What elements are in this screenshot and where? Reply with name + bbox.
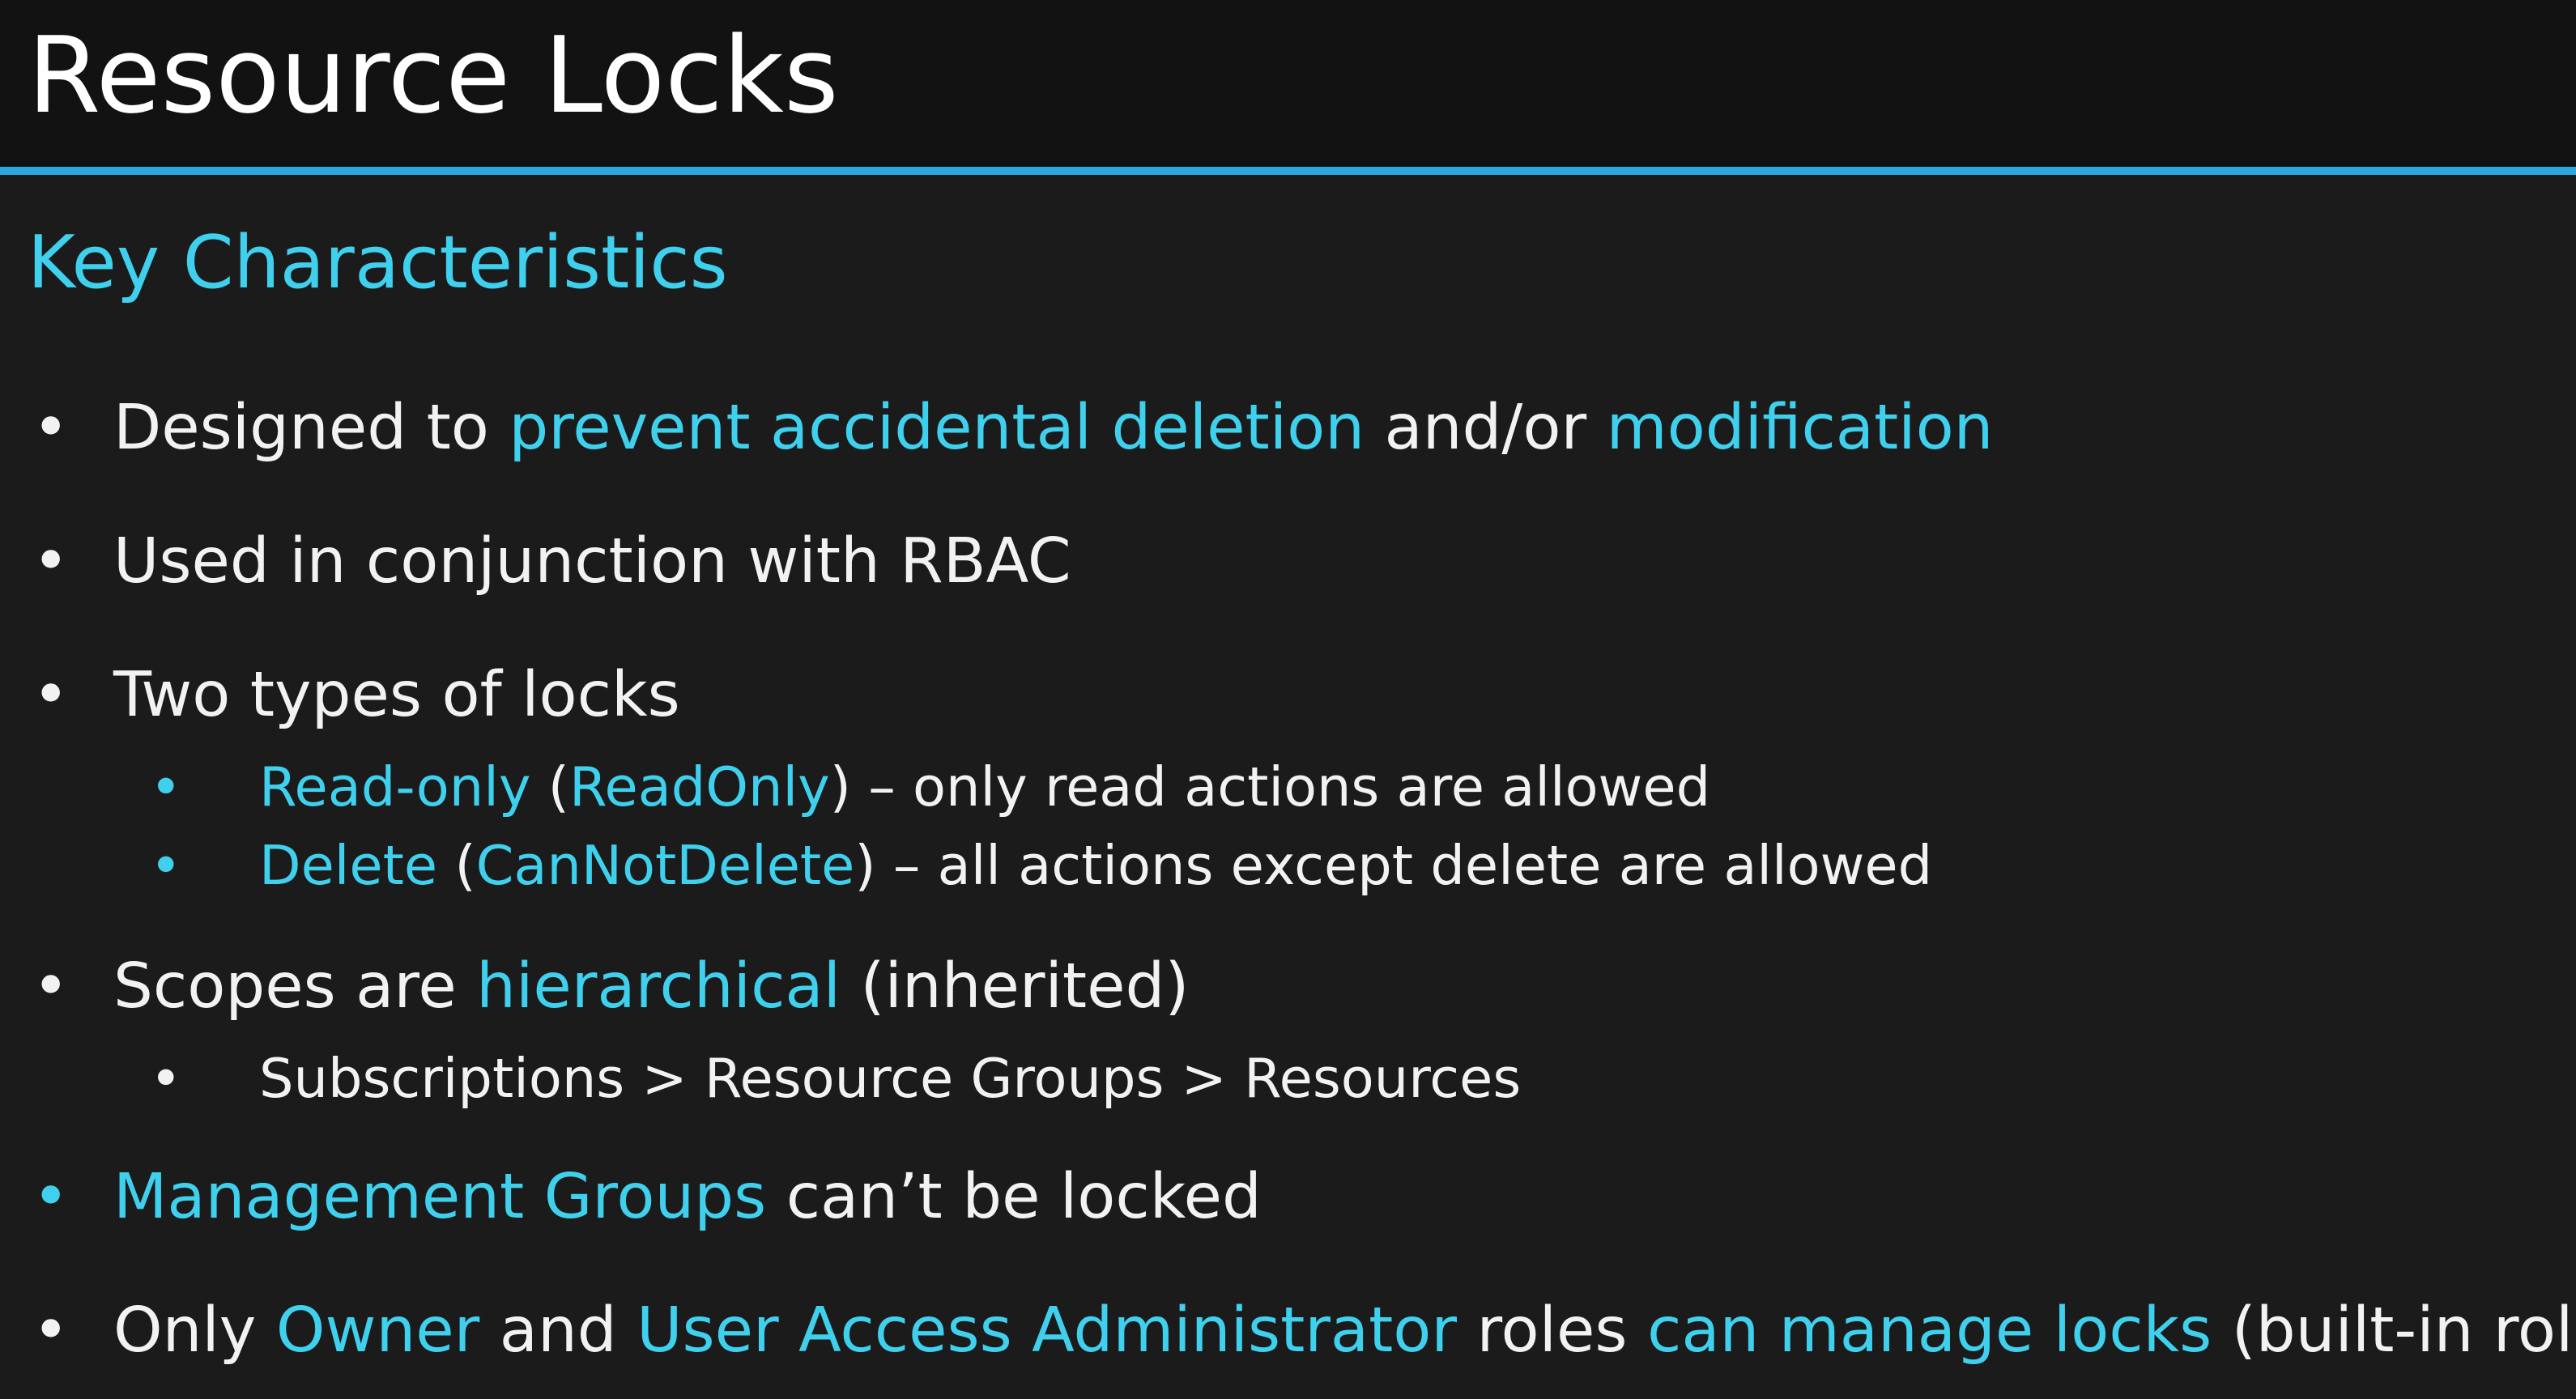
- bullet-icon: •: [32, 1161, 70, 1233]
- text-segment: (built-in roles): [2231, 1295, 2576, 1367]
- highlight-readonly-code: ReadOnly: [568, 755, 830, 819]
- bullet-icon: •: [32, 525, 70, 597]
- title-bar: Resource Locks: [0, 0, 2576, 168]
- bullet-icon: •: [32, 950, 70, 1023]
- bullet-icon: •: [150, 1047, 182, 1110]
- section-heading: Key Characteristics: [28, 220, 728, 305]
- bullet-icon: •: [32, 659, 70, 731]
- bullet-item-scopes: • Scopes are hierarchical (inherited): [32, 942, 1190, 1031]
- bullet-item-management-groups: • Management Groups can’t be locked: [32, 1153, 1262, 1242]
- bullet-item-designed: • Designed to prevent accidental deletio…: [32, 384, 1994, 473]
- bullet-icon: •: [150, 834, 182, 897]
- highlight-can-manage-locks: can manage locks: [1647, 1295, 2212, 1367]
- text-segment: (: [437, 834, 476, 897]
- highlight-prevent-deletion: prevent accidental deletion: [509, 392, 1365, 464]
- text-segment: Scopes are: [113, 950, 477, 1023]
- slide: Resource Locks Key Characteristics • Des…: [0, 0, 2576, 1399]
- highlight-management-groups: Management Groups: [113, 1161, 767, 1233]
- highlight-read-only: Read-only: [259, 755, 531, 819]
- sub-bullet-scope-chain: • Subscriptions > Resource Groups > Reso…: [150, 1040, 1522, 1117]
- text-segment: ) – all actions except delete are allowe…: [854, 834, 1933, 897]
- sub-bullet-delete: • Delete (CanNotDelete) – all actions ex…: [150, 827, 1933, 904]
- text-segment: Subscriptions > Resource Groups > Resour…: [259, 1047, 1522, 1110]
- text-segment: ) – only read actions are allowed: [829, 755, 1711, 819]
- text-segment: (inherited): [841, 950, 1190, 1023]
- bullet-icon: •: [32, 1295, 70, 1367]
- bullet-icon: •: [150, 755, 182, 819]
- bullet-item-rbac: • Used in conjunction with RBAC: [32, 517, 1071, 606]
- text-segment: and: [479, 1295, 637, 1367]
- highlight-modification: modification: [1606, 392, 1994, 464]
- text-segment: Used in conjunction with RBAC: [113, 525, 1071, 597]
- title-divider: [0, 167, 2576, 175]
- text-segment: and/or: [1365, 392, 1607, 464]
- text-segment: roles: [1457, 1295, 1647, 1367]
- bullet-item-lock-types: • Two types of locks: [32, 651, 680, 740]
- highlight-delete: Delete: [259, 834, 438, 897]
- text-segment: (: [530, 755, 569, 819]
- slide-title: Resource Locks: [28, 14, 839, 137]
- text-segment: Only: [113, 1295, 276, 1367]
- bullet-item-roles: • Only Owner and User Access Administrat…: [32, 1286, 2576, 1376]
- highlight-hierarchical: hierarchical: [476, 950, 841, 1023]
- text-segment: Designed to: [113, 392, 509, 464]
- highlight-user-access-administrator: User Access Administrator: [637, 1295, 1458, 1367]
- highlight-cannotdelete-code: CanNotDelete: [475, 834, 855, 897]
- text-segment: can’t be locked: [766, 1161, 1262, 1233]
- sub-bullet-read-only: • Read-only (ReadOnly) – only read actio…: [150, 748, 1711, 826]
- bullet-icon: •: [32, 392, 70, 464]
- highlight-owner: Owner: [275, 1295, 480, 1367]
- text-segment: Two types of locks: [113, 659, 680, 731]
